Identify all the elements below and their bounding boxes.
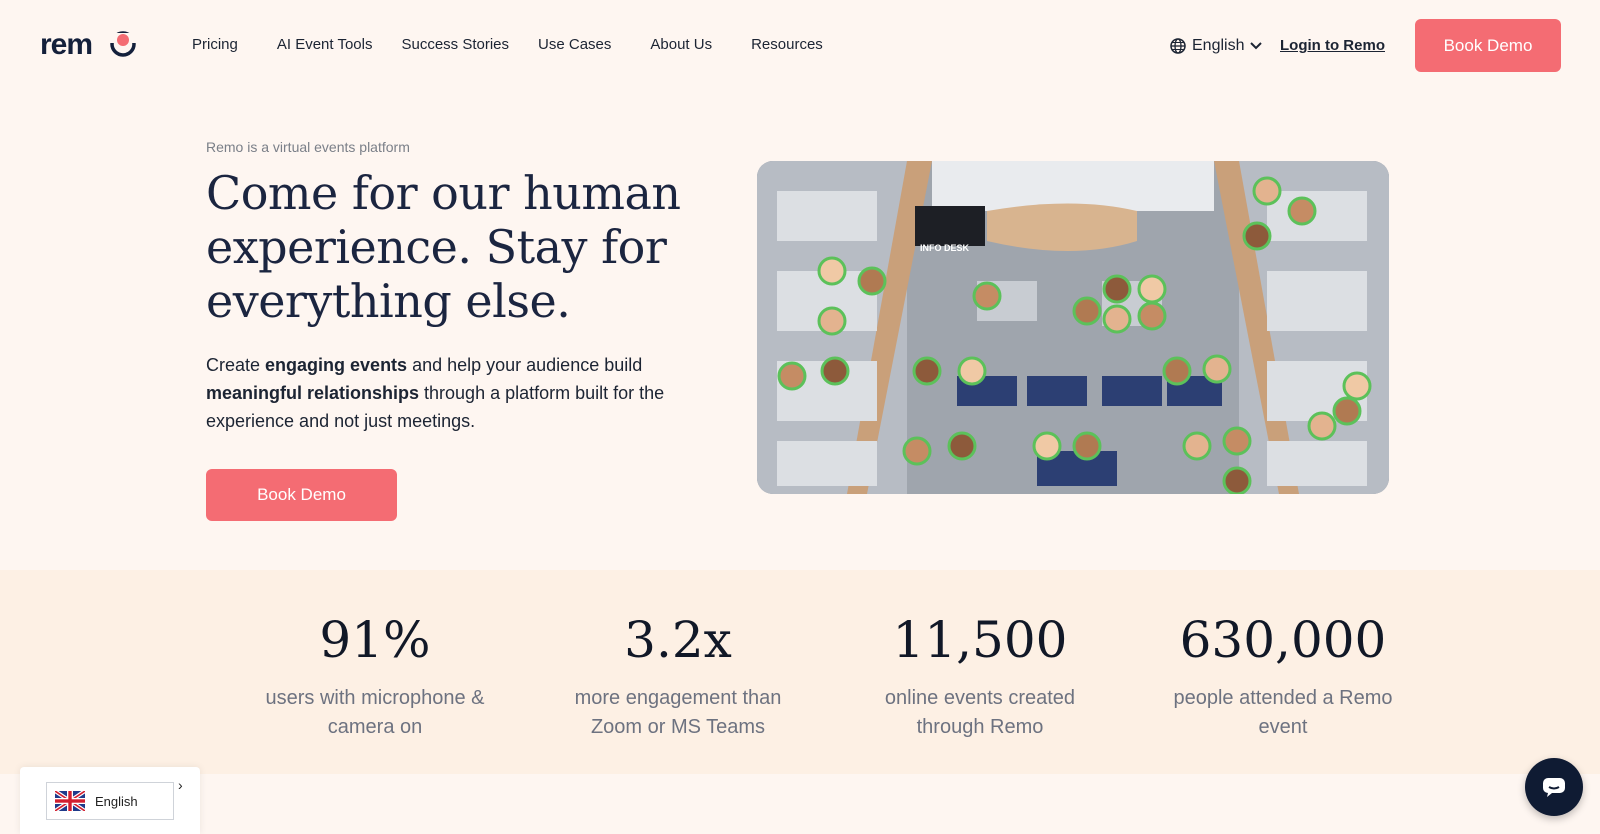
stat-label: users with microphone & camera on [265, 687, 485, 738]
attendee-avatar [972, 281, 1002, 311]
stat-value: 11,500 [892, 611, 1068, 669]
attendee-avatar [1202, 354, 1232, 384]
attendee-avatar [1072, 296, 1102, 326]
nav-resources[interactable]: Resources [751, 36, 823, 53]
widget-language-label: English [95, 793, 138, 809]
attendee-avatar [1222, 426, 1252, 456]
widget-language-select[interactable]: English [46, 782, 174, 820]
stat-label: online events created through Remo [884, 687, 1076, 738]
attendee-avatar [817, 256, 847, 286]
virtual-floor-map: INFO DESK [757, 161, 1389, 494]
site-header: rem Pricing AI Event Tools Success Stori… [0, 0, 1600, 92]
globe-icon [1170, 38, 1186, 54]
stat-value: 630,000 [1179, 611, 1387, 669]
nav-pricing[interactable]: Pricing [192, 36, 238, 53]
main-nav: Pricing AI Event Tools Success Stories U… [192, 36, 823, 53]
book-demo-hero-button[interactable]: Book Demo [206, 469, 397, 521]
nav-about-us[interactable]: About Us [650, 36, 712, 53]
attendee-avatar [912, 356, 942, 386]
attendee-avatar [947, 431, 977, 461]
stat-value: 91% [319, 611, 431, 669]
info-desk-sign: INFO DESK [920, 243, 970, 253]
attendee-avatar [1332, 396, 1362, 426]
chat-icon [1543, 778, 1565, 797]
attendee-avatar [817, 306, 847, 336]
language-label: English [1192, 37, 1245, 54]
stats-band: 91% users with microphone & camera on 3.… [0, 570, 1600, 774]
nav-ai-event-tools[interactable]: AI Event Tools [277, 36, 373, 53]
attendee-avatar [1287, 196, 1317, 226]
svg-text:rem: rem [40, 30, 92, 60]
hero-eyebrow: Remo is a virtual events platform [206, 139, 410, 155]
subtext-bold-relationships: meaningful relationships [206, 383, 420, 403]
remo-logo[interactable]: rem [40, 30, 136, 60]
language-selector[interactable]: English [1170, 37, 1268, 55]
attendee-avatar [1102, 274, 1132, 304]
attendee-avatar [1102, 304, 1132, 334]
attendee-avatar [1222, 466, 1252, 494]
attendee-avatar [902, 436, 932, 466]
attendee-avatar [1032, 431, 1062, 461]
nav-success-stories[interactable]: Success Stories [401, 36, 509, 53]
attendee-avatar [1162, 356, 1192, 386]
translation-widget: English › [20, 767, 200, 834]
attendee-avatar [1307, 411, 1337, 441]
attendee-avatar [1182, 431, 1212, 461]
attendee-avatar [857, 266, 887, 296]
stat-item: 11,500 online events created through Rem… [850, 610, 1110, 742]
stat-label: people attended a Remo event [1173, 687, 1393, 738]
hero-headline: Come for our human experience. Stay for … [206, 166, 681, 328]
virtual-floor-illustration: INFO DESK [757, 161, 1389, 494]
hero-subtext: Create engaging events and help your aud… [206, 351, 726, 435]
book-demo-header-button[interactable]: Book Demo [1415, 19, 1561, 72]
stat-value: 3.2x [624, 611, 732, 669]
login-link[interactable]: Login to Remo [1280, 37, 1385, 54]
attendee-avatar [820, 356, 850, 386]
attendee-avatar [1252, 176, 1282, 206]
uk-flag-icon [55, 791, 85, 811]
stat-item: 630,000 people attended a Remo event [1153, 610, 1413, 742]
stat-label: more engagement than Zoom or MS Teams [574, 687, 782, 738]
subtext-part: and help your audience build [407, 355, 643, 375]
subtext-part: Create [206, 355, 266, 375]
subtext-bold-engaging: engaging events [265, 355, 408, 375]
chevron-right-icon[interactable]: › [178, 777, 183, 793]
attendee-avatar [777, 361, 807, 391]
attendee-avatar [1072, 431, 1102, 461]
attendee-avatar [1137, 274, 1167, 304]
chevron-down-icon [1250, 42, 1263, 50]
attendee-avatar [1342, 371, 1372, 401]
attendee-avatar [1242, 221, 1272, 251]
stat-item: 3.2x more engagement than Zoom or MS Tea… [548, 610, 808, 742]
attendee-avatar [957, 356, 987, 386]
stat-item: 91% users with microphone & camera on [245, 610, 505, 742]
attendee-avatar [1137, 301, 1167, 331]
chat-launcher-button[interactable] [1525, 758, 1583, 816]
nav-use-cases[interactable]: Use Cases [538, 36, 611, 53]
